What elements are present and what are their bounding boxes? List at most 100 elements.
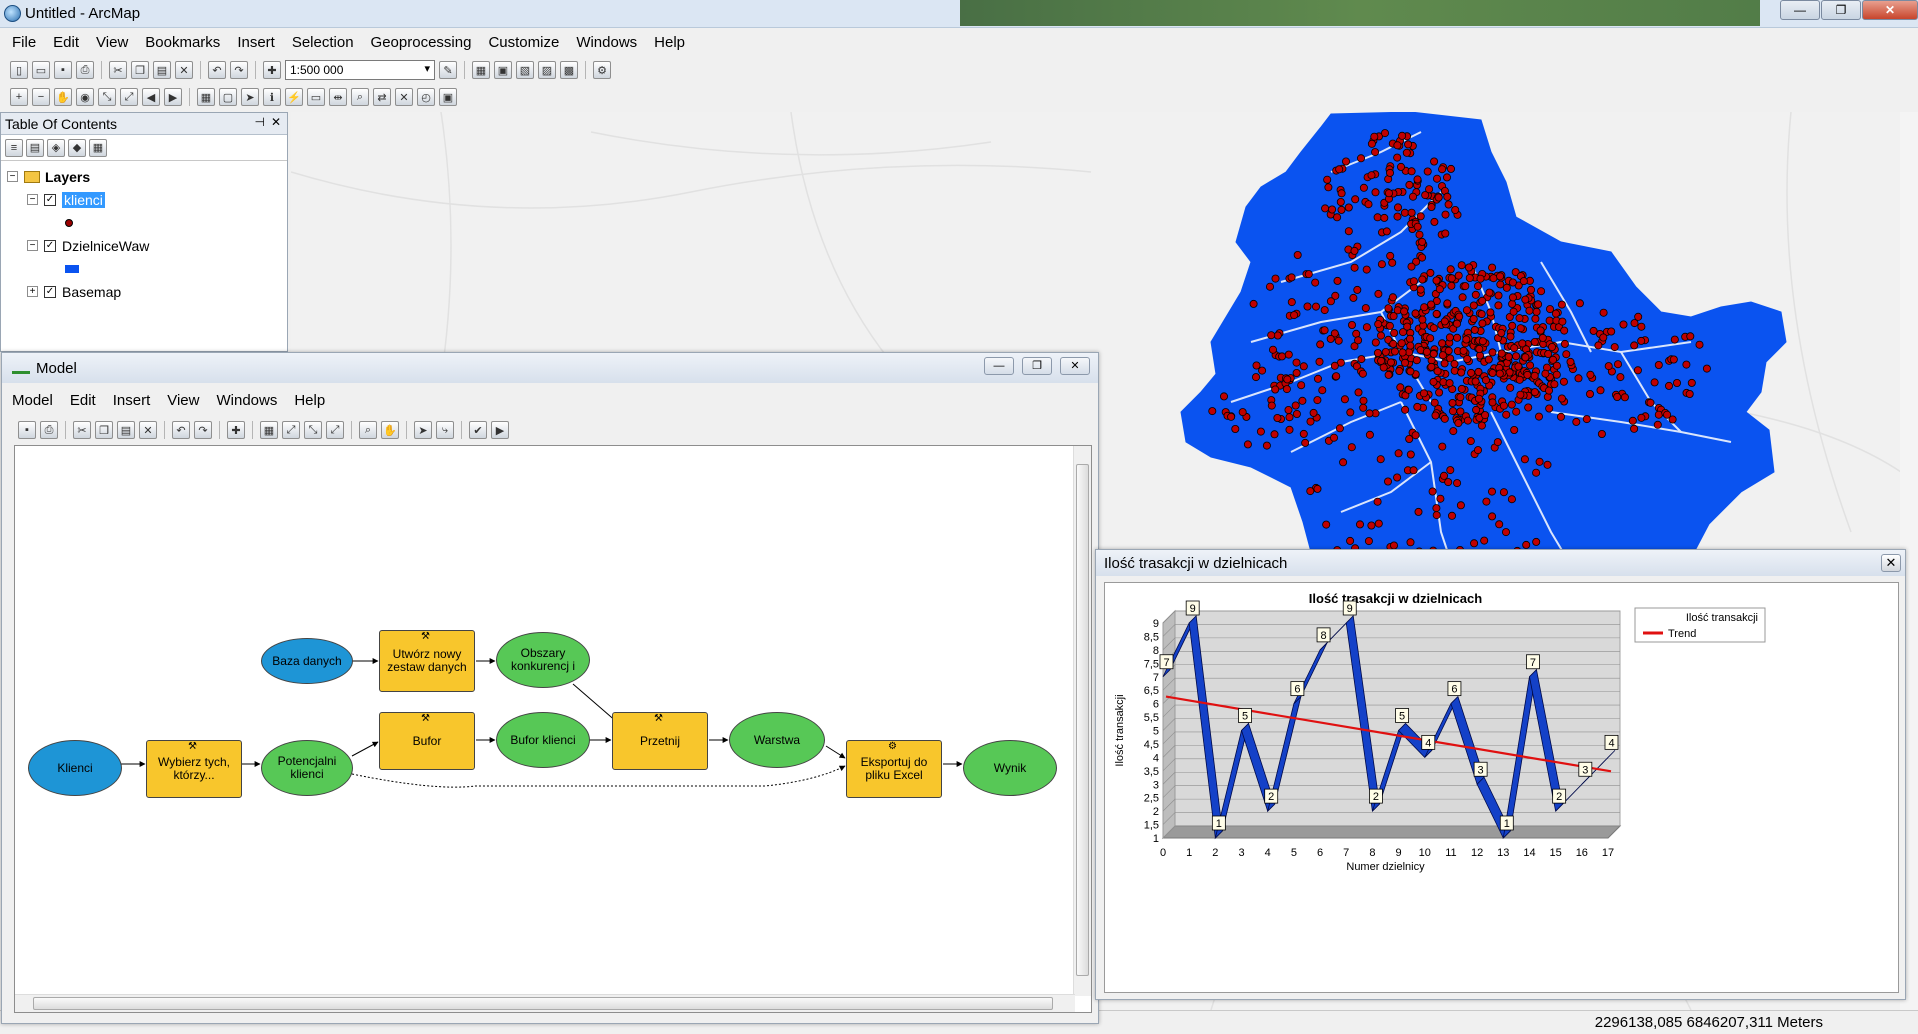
graph-area[interactable]: 1 1,5 2 2,5 3 3,5 4 4,5 5 5,5 6 6,5 7 7,5 8 8,5 9 0 1 2 3 4 5 6… bbox=[1104, 582, 1899, 993]
fixed-zoom-in-icon[interactable]: ⤡ bbox=[98, 88, 116, 106]
collapse-icon[interactable]: − bbox=[27, 194, 38, 205]
menu-geoprocessing[interactable]: Geoprocessing bbox=[371, 34, 472, 51]
menu-windows[interactable]: Windows bbox=[576, 34, 637, 51]
menu-selection[interactable]: Selection bbox=[292, 34, 354, 51]
catalog-window-icon[interactable]: ▣ bbox=[494, 61, 512, 79]
model-menu-help[interactable]: Help bbox=[294, 392, 325, 409]
node-warstwa[interactable]: Warstwa bbox=[729, 712, 825, 768]
add-data-icon[interactable]: ✚ bbox=[263, 61, 281, 79]
vertical-scrollbar[interactable] bbox=[1073, 446, 1091, 996]
search-window-icon[interactable]: ▧ bbox=[516, 61, 534, 79]
fixed-zoom-in-icon[interactable]: ⤡ bbox=[304, 421, 322, 439]
pan-icon[interactable]: ✋ bbox=[54, 88, 72, 106]
fixed-zoom-out-icon[interactable]: ⤢ bbox=[120, 88, 138, 106]
select-icon[interactable]: ➤ bbox=[414, 421, 432, 439]
collapse-icon[interactable]: − bbox=[7, 171, 18, 182]
expand-icon[interactable]: + bbox=[27, 286, 38, 297]
paste-icon[interactable]: ▤ bbox=[153, 61, 171, 79]
time-slider-icon[interactable]: ◴ bbox=[417, 88, 435, 106]
editor-icon[interactable]: ✎ bbox=[439, 61, 457, 79]
select-elements-icon[interactable]: ➤ bbox=[241, 88, 259, 106]
model-maximize-button[interactable]: ❐ bbox=[1022, 357, 1052, 375]
fixed-zoom-out-icon[interactable]: ⤢ bbox=[326, 421, 344, 439]
select-features-icon[interactable]: ▦ bbox=[197, 88, 215, 106]
model-menu-edit[interactable]: Edit bbox=[70, 392, 96, 409]
full-extent-icon[interactable]: ◉ bbox=[76, 88, 94, 106]
list-by-visibility-icon[interactable]: ◈ bbox=[47, 138, 65, 157]
layer-visibility-checkbox[interactable]: ✓ bbox=[44, 285, 56, 298]
hyperlink-icon[interactable]: ⚡ bbox=[285, 88, 303, 106]
layer-klienci[interactable]: − ✓ klienci bbox=[7, 188, 281, 211]
model-menu-insert[interactable]: Insert bbox=[113, 392, 151, 409]
layer-visibility-checkbox[interactable]: ✓ bbox=[44, 193, 56, 206]
open-icon[interactable]: ▭ bbox=[32, 61, 50, 79]
pan-icon[interactable]: ✋ bbox=[381, 421, 399, 439]
collapse-icon[interactable]: − bbox=[27, 240, 38, 251]
node-potencjalni-klienci[interactable]: Potencjalni klienci bbox=[261, 740, 353, 796]
cut-icon[interactable]: ✂ bbox=[109, 61, 127, 79]
menu-edit[interactable]: Edit bbox=[53, 34, 79, 51]
add-data-icon[interactable]: ✚ bbox=[227, 421, 245, 439]
clear-selection-icon[interactable]: ▢ bbox=[219, 88, 237, 106]
layer-label[interactable]: DzielniceWaw bbox=[62, 238, 149, 254]
toc-options-icon[interactable]: ▦ bbox=[89, 138, 107, 157]
measure-icon[interactable]: ⇹ bbox=[329, 88, 347, 106]
model-minimize-button[interactable]: — bbox=[984, 357, 1014, 375]
layer-label[interactable]: klienci bbox=[62, 191, 105, 208]
validate-icon[interactable]: ✔ bbox=[469, 421, 487, 439]
redo-icon[interactable]: ↷ bbox=[194, 421, 212, 439]
node-bufor-klienci[interactable]: Bufor klienci bbox=[496, 712, 590, 768]
save-icon[interactable]: ▪ bbox=[18, 421, 36, 439]
close-button[interactable]: ✕ bbox=[1862, 0, 1918, 20]
python-window-icon[interactable]: ▩ bbox=[560, 61, 578, 79]
print-icon[interactable]: ⎙ bbox=[40, 421, 58, 439]
redo-icon[interactable]: ↷ bbox=[230, 61, 248, 79]
model-menu-model[interactable]: Model bbox=[12, 392, 53, 409]
node-przetnij[interactable]: ⚒ Przetnij bbox=[612, 712, 708, 770]
print-icon[interactable]: ⎙ bbox=[76, 61, 94, 79]
zoom-in-icon[interactable]: + bbox=[10, 88, 28, 106]
copy-icon[interactable]: ❐ bbox=[95, 421, 113, 439]
run-icon[interactable]: ▶ bbox=[491, 421, 509, 439]
graph-close-button[interactable]: ✕ bbox=[1881, 554, 1901, 572]
forward-extent-icon[interactable]: ▶ bbox=[164, 88, 182, 106]
arctoolbox-icon[interactable]: ▨ bbox=[538, 61, 556, 79]
node-utworz-nowy[interactable]: ⚒ Utwórz nowy zestaw danych bbox=[379, 630, 475, 692]
layers-root[interactable]: − Layers bbox=[7, 165, 281, 188]
cut-icon[interactable]: ✂ bbox=[73, 421, 91, 439]
layer-dzielnicewaw[interactable]: − ✓ DzielniceWaw bbox=[7, 234, 281, 257]
minimize-button[interactable]: — bbox=[1780, 0, 1820, 20]
identify-icon[interactable]: ℹ bbox=[263, 88, 281, 106]
node-obszary-konkurencji[interactable]: Obszary konkurencj i bbox=[496, 632, 590, 688]
zoom-icon[interactable]: ⌕ bbox=[359, 421, 377, 439]
node-bufor[interactable]: ⚒ Bufor bbox=[379, 712, 475, 770]
node-baza-danych[interactable]: Baza danych bbox=[261, 638, 353, 684]
full-extent-icon[interactable]: ⤢ bbox=[282, 421, 300, 439]
horizontal-scrollbar[interactable] bbox=[15, 994, 1075, 1012]
menu-file[interactable]: File bbox=[12, 34, 36, 51]
create-viewer-icon[interactable]: ▣ bbox=[439, 88, 457, 106]
html-popup-icon[interactable]: ▭ bbox=[307, 88, 325, 106]
menu-view[interactable]: View bbox=[96, 34, 128, 51]
toc-window-icon[interactable]: ▦ bbox=[472, 61, 490, 79]
pin-icon[interactable]: ⊣ bbox=[255, 115, 265, 129]
connect-icon[interactable]: ⤷ bbox=[436, 421, 454, 439]
list-by-source-icon[interactable]: ▤ bbox=[26, 138, 44, 157]
zoom-out-icon[interactable]: − bbox=[32, 88, 50, 106]
menu-customize[interactable]: Customize bbox=[488, 34, 559, 51]
layer-visibility-checkbox[interactable]: ✓ bbox=[44, 239, 56, 252]
menu-bookmarks[interactable]: Bookmarks bbox=[145, 34, 220, 51]
node-eksportuj[interactable]: ⚙ Eksportuj do pliku Excel bbox=[846, 740, 942, 798]
model-close-button[interactable]: ✕ bbox=[1060, 357, 1090, 375]
model-menu-view[interactable]: View bbox=[167, 392, 199, 409]
list-by-drawing-order-icon[interactable]: ≡ bbox=[5, 138, 23, 157]
model-menu-windows[interactable]: Windows bbox=[216, 392, 277, 409]
back-extent-icon[interactable]: ◀ bbox=[142, 88, 160, 106]
model-canvas[interactable]: Baza danych ⚒ Utwórz nowy zestaw danych O… bbox=[14, 445, 1092, 1013]
delete-icon[interactable]: ✕ bbox=[139, 421, 157, 439]
modelbuilder-icon[interactable]: ⚙ bbox=[593, 61, 611, 79]
node-wynik[interactable]: Wynik bbox=[963, 740, 1057, 796]
layer-label[interactable]: Basemap bbox=[62, 284, 121, 300]
new-icon[interactable]: ▯ bbox=[10, 61, 28, 79]
paste-icon[interactable]: ▤ bbox=[117, 421, 135, 439]
